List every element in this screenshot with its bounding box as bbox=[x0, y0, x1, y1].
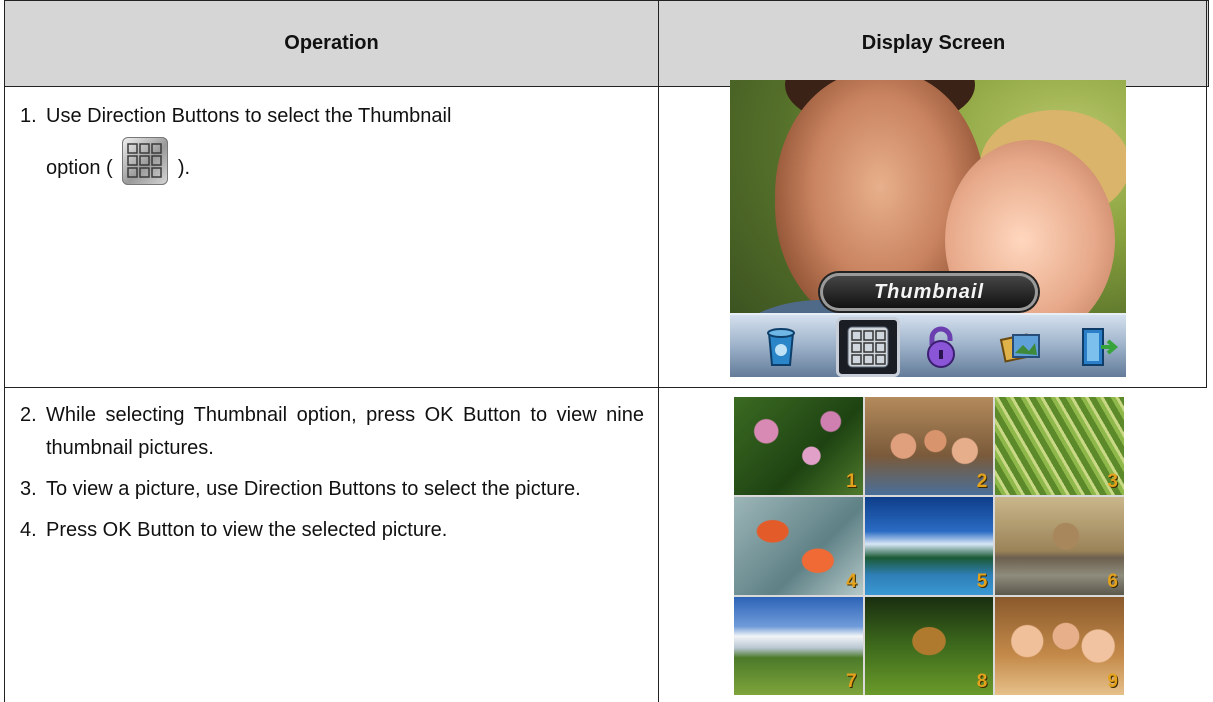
step-4: 4. Press OK Button to view the selected … bbox=[20, 514, 644, 547]
thumbnail-number: 7 bbox=[846, 671, 857, 692]
header-operation: Operation bbox=[4, 0, 658, 87]
camera-menu-bar bbox=[730, 313, 1126, 377]
step-2-number: 2. bbox=[20, 404, 37, 426]
slideshow-icon[interactable] bbox=[992, 321, 1050, 373]
thumbnail-6[interactable]: 6 bbox=[995, 497, 1124, 595]
step-4-number: 4. bbox=[20, 519, 37, 541]
exit-icon[interactable] bbox=[1070, 321, 1126, 373]
row1-steps: 1. Use Direction Buttons to select the T… bbox=[20, 100, 644, 185]
display-screen-thumbnail-menu: Thumbnail bbox=[730, 80, 1126, 377]
step-1-option-suffix: ). bbox=[177, 157, 191, 179]
step-3: 3. To view a picture, use Direction Butt… bbox=[20, 473, 644, 506]
delete-icon[interactable] bbox=[752, 321, 810, 373]
thumbnail-4[interactable]: 4 bbox=[734, 497, 863, 595]
display-screen-nine-thumbnails: 1 2 3 4 5 6 7 8 9 bbox=[734, 397, 1124, 695]
step-3-text: To view a picture, use Direction Buttons… bbox=[46, 478, 581, 500]
table-divider bbox=[658, 0, 659, 702]
thumbnail-number: 1 bbox=[846, 471, 857, 492]
step-1-text: Use Direction Buttons to select the Thum… bbox=[46, 105, 452, 127]
thumbnail-2[interactable]: 2 bbox=[864, 397, 994, 495]
thumbnail-number: 6 bbox=[1107, 571, 1118, 592]
step-1: 1. Use Direction Buttons to select the T… bbox=[20, 100, 644, 133]
thumbnail-8[interactable]: 8 bbox=[864, 597, 994, 695]
step-2-text: While selecting Thumbnail option, press … bbox=[46, 404, 644, 459]
header-display-screen: Display Screen bbox=[658, 0, 1209, 87]
thumbnail-7[interactable]: 7 bbox=[734, 597, 863, 695]
menu-label-badge: Thumbnail bbox=[820, 273, 1038, 311]
table-border-right bbox=[1206, 0, 1207, 388]
protect-lock-icon[interactable] bbox=[912, 321, 970, 373]
menu-label: Thumbnail bbox=[873, 280, 985, 303]
row2-steps: 2. While selecting Thumbnail option, pre… bbox=[20, 399, 644, 547]
thumbnail-icon[interactable] bbox=[836, 317, 900, 377]
step-1-option-prefix: option ( bbox=[46, 157, 113, 179]
thumbnail-9[interactable]: 9 bbox=[995, 597, 1124, 695]
step-1-continued: option ( ). bbox=[20, 137, 644, 185]
thumbnail-number: 3 bbox=[1107, 471, 1118, 492]
thumbnail-5[interactable]: 5 bbox=[864, 497, 994, 595]
thumbnail-number: 9 bbox=[1107, 671, 1118, 692]
step-1-number: 1. bbox=[20, 105, 37, 127]
thumbnail-number: 8 bbox=[976, 671, 988, 692]
thumbnail-number: 5 bbox=[976, 571, 988, 592]
thumbnail-1[interactable]: 1 bbox=[734, 397, 863, 495]
step-4-text: Press OK Button to view the selected pic… bbox=[46, 519, 448, 541]
table-border-left bbox=[4, 0, 5, 702]
thumbnail-grid-icon bbox=[122, 137, 169, 185]
step-3-number: 3. bbox=[20, 478, 37, 500]
thumbnail-number: 2 bbox=[976, 471, 988, 492]
thumbnail-3[interactable]: 3 bbox=[995, 397, 1124, 495]
row-divider bbox=[4, 387, 1207, 388]
thumbnail-number: 4 bbox=[846, 571, 857, 592]
step-2: 2. While selecting Thumbnail option, pre… bbox=[20, 399, 644, 465]
